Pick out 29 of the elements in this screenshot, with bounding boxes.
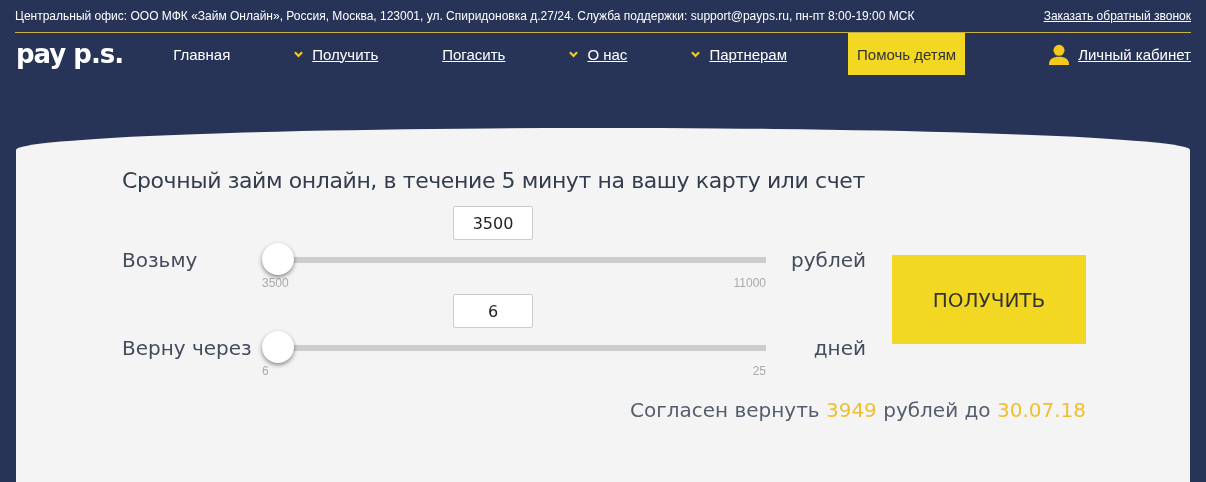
office-address: Центральный офис: ООО МФК «Займ Онлайн», Россия, Москва, 123001, ул. Спиридоновка д.27/24. Служба поддержки: support@payps.ru, пн-пт 8:00-19:00 МСК xyxy=(15,9,915,23)
user-icon xyxy=(1048,43,1071,65)
value-field[interactable]: 3500 xyxy=(453,206,533,240)
logo[interactable]: pay p.s. xyxy=(16,41,124,67)
nav-button[interactable]: Помочь детям xyxy=(848,33,966,75)
nav-link[interactable]: О нас xyxy=(569,45,628,63)
slider-label: Верну через xyxy=(122,336,253,360)
min-value: 6 xyxy=(262,364,269,378)
callback-link[interactable]: Заказать обратный звонок xyxy=(1043,9,1191,23)
chevron-down-icon xyxy=(294,50,304,58)
nav-link[interactable]: Главная xyxy=(173,45,231,63)
calculator-title: Срочный займ онлайн, в течение 5 минут на вашу карту или счет xyxy=(122,168,866,193)
account-link[interactable]: Личный кабинет xyxy=(1048,43,1191,65)
slider-thumb[interactable] xyxy=(262,243,294,275)
min-value: 3500 xyxy=(262,276,289,290)
nav-link[interactable]: Партнерам xyxy=(691,45,787,63)
nav-link[interactable]: Погасить xyxy=(442,45,506,63)
value-field[interactable]: 6 xyxy=(453,294,533,328)
repayment-summary: Согласен вернуть 3949 рублей до 30.07.18 xyxy=(629,398,1086,422)
chevron-down-icon xyxy=(569,50,579,58)
unit-label: дней xyxy=(813,336,866,360)
submit-button[interactable]: ПОЛУЧИТЬ xyxy=(892,255,1086,344)
max-value: 25 xyxy=(752,364,766,378)
slider-label: Возьму xyxy=(122,248,199,272)
unit-label: рублей xyxy=(791,248,866,272)
slider-thumb[interactable] xyxy=(262,331,294,363)
chevron-down-icon xyxy=(691,50,701,58)
max-value: 11000 xyxy=(733,276,766,290)
nav-link[interactable]: Получить xyxy=(294,45,379,63)
